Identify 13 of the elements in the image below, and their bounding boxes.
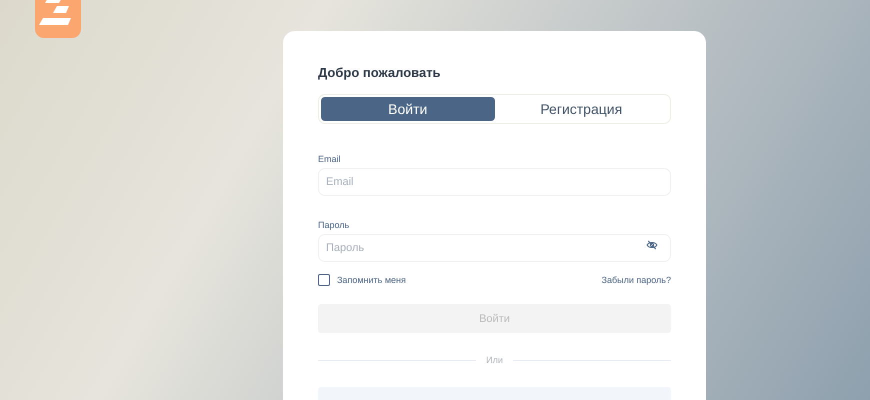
divider-text: Или <box>486 355 503 365</box>
email-field[interactable]: Email <box>318 168 671 196</box>
tab[interactable]: Регистрация <box>494 97 668 121</box>
eye-off-icon[interactable] <box>646 239 658 251</box>
tab[interactable]: Войти <box>321 97 494 121</box>
logo-icon <box>35 0 81 38</box>
field-label: Пароль <box>318 220 350 230</box>
remember-checkbox[interactable] <box>318 274 330 286</box>
remember-label: Запомнить меня <box>337 275 406 285</box>
password-field[interactable]: Пароль <box>318 234 671 262</box>
forgot-password-link[interactable]: Забыли пароль? <box>602 275 671 285</box>
field-label: Email <box>318 154 342 164</box>
card-title: Добро пожаловать <box>318 65 442 81</box>
